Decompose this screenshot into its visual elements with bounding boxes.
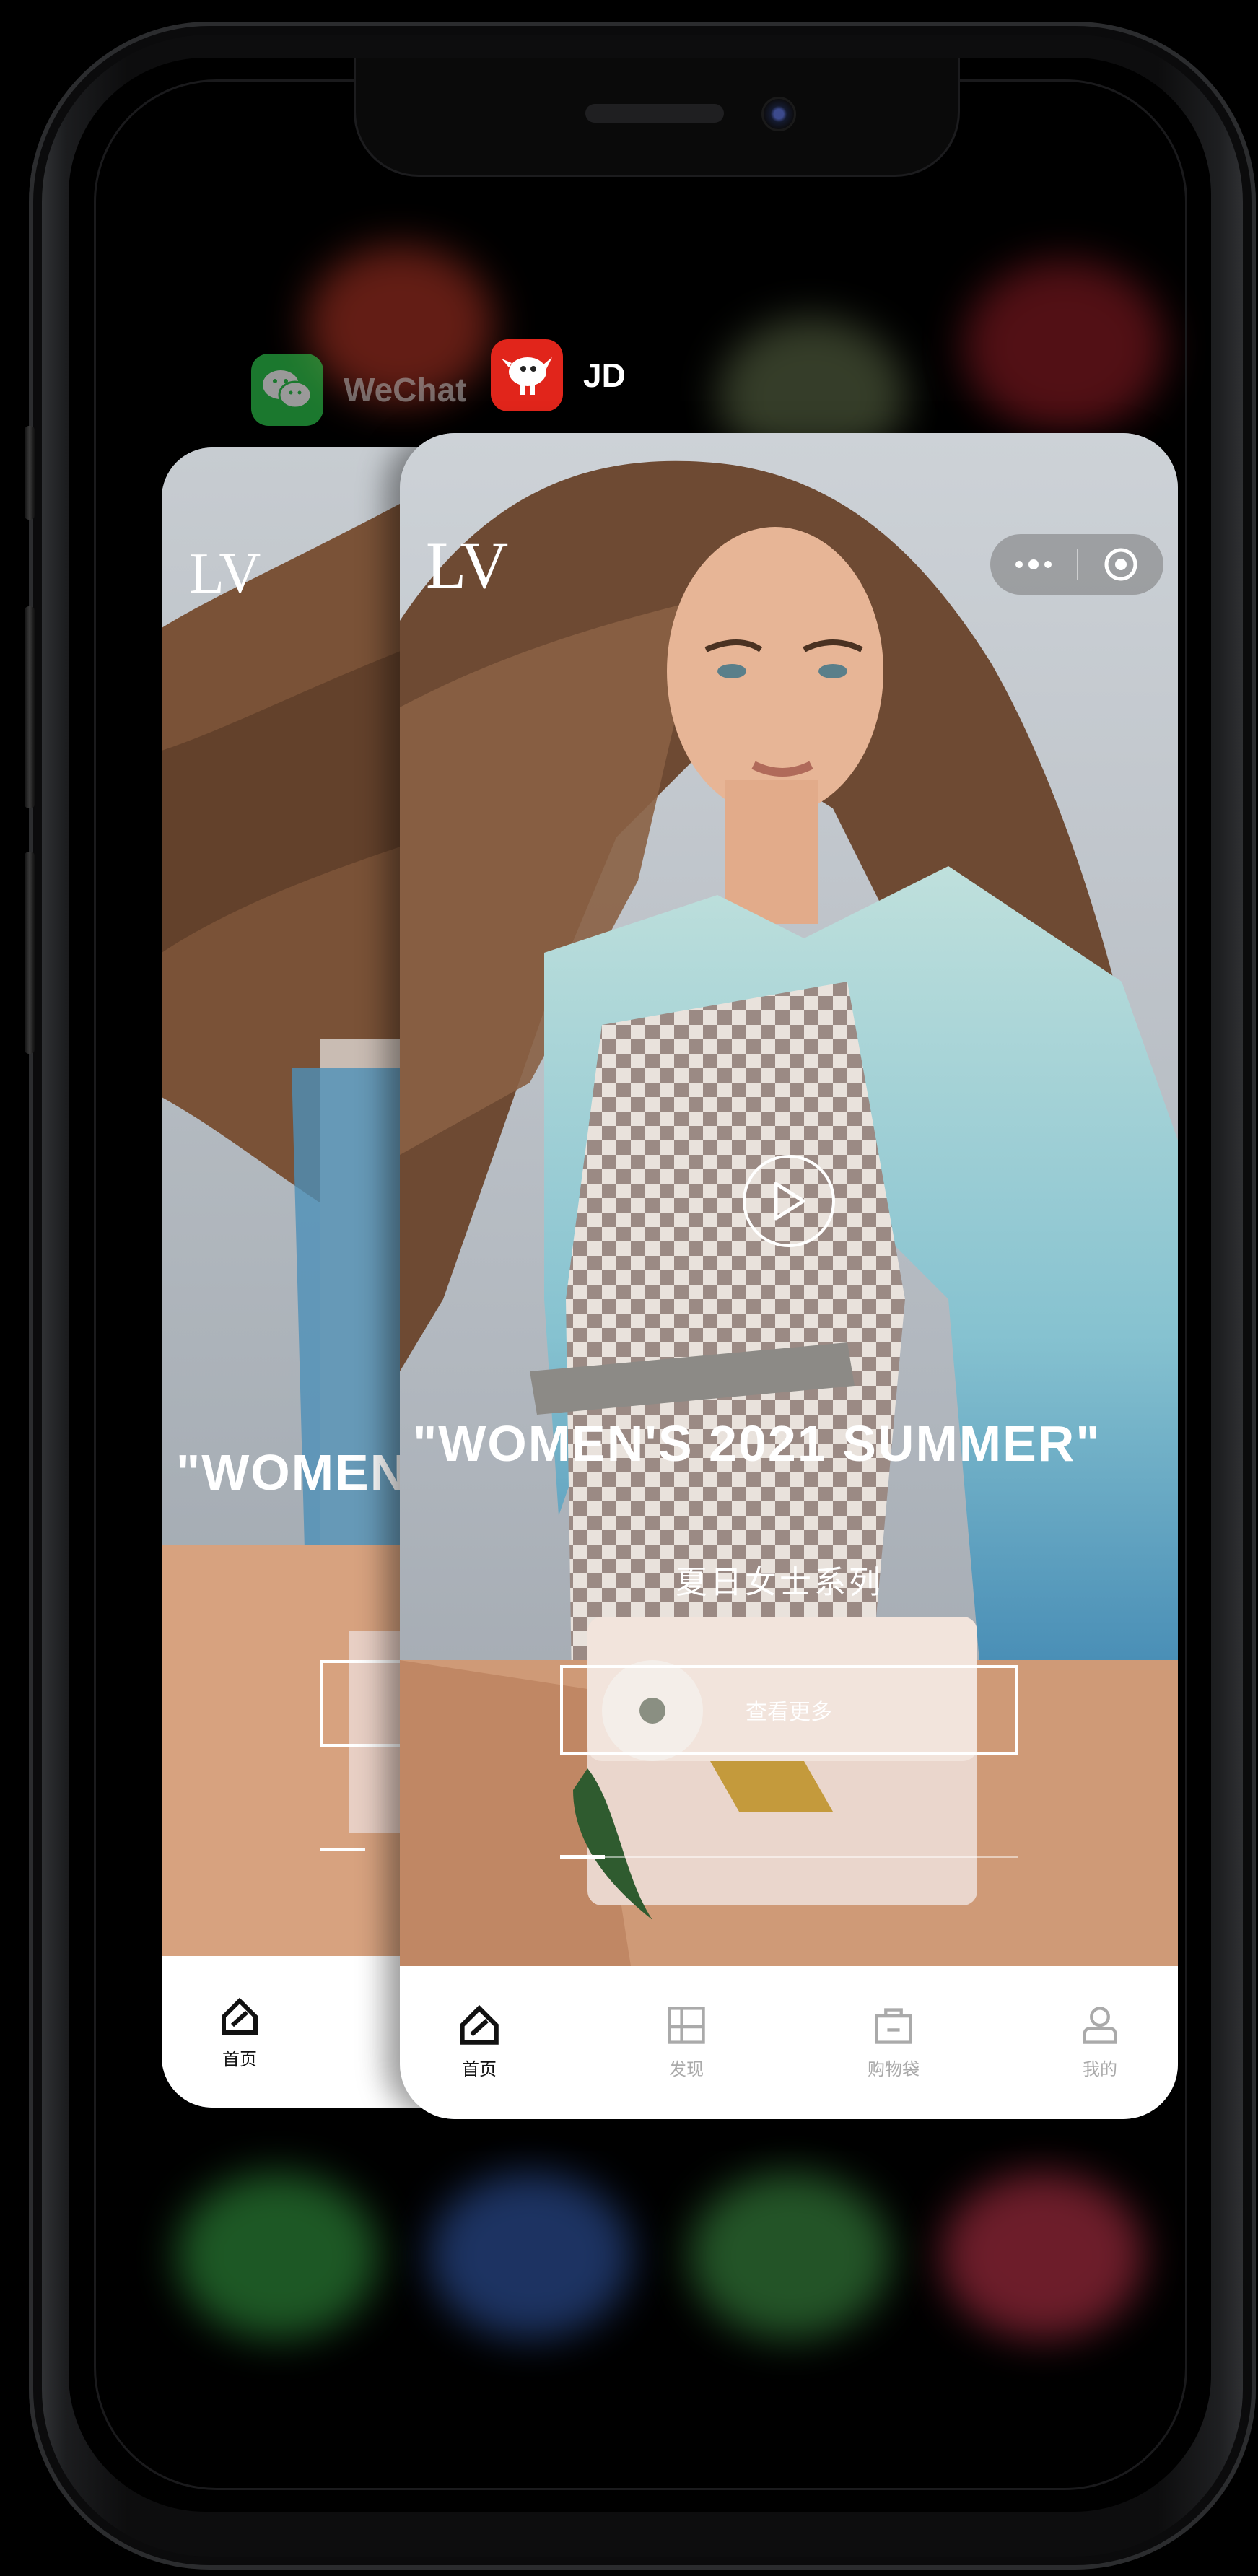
carousel-track [560, 1856, 1018, 1858]
tab-shopping-bag[interactable]: 购物袋 [850, 2004, 937, 2080]
app-label-jd[interactable]: JD [491, 339, 626, 411]
shopping-bag-icon [875, 2008, 912, 2044]
view-more-button[interactable]: 查看更多 [560, 1665, 1018, 1755]
hero-title-partial: "WOMEN [176, 1444, 409, 1501]
volume-up-button [25, 606, 35, 808]
tab-label-home: 首页 [462, 2060, 497, 2079]
app-name-wechat: WeChat [344, 371, 467, 409]
front-camera [761, 97, 796, 131]
tab-discover[interactable]: 发现 [643, 2004, 730, 2080]
app-card-jd[interactable]: LV "WOMEN'S 2021 SUMMER" 夏日女士系列 查看更多 首页 … [400, 433, 1178, 2119]
carousel-indicator [560, 1855, 605, 1859]
tab-me[interactable]: 我的 [1057, 2004, 1143, 2080]
discover-grid-icon [668, 2007, 705, 2044]
notch [354, 58, 960, 177]
lv-logo: LV [426, 528, 509, 602]
tab-label-discover: 发现 [669, 2060, 704, 2079]
play-video-button[interactable] [743, 1155, 835, 1247]
hero-title: "WOMEN'S 2021 SUMMER" [413, 1415, 1101, 1472]
close-miniprogram-button[interactable] [1078, 534, 1163, 595]
tab-home[interactable]: 首页 [196, 1996, 283, 2070]
tab-label-shopping-bag: 购物袋 [868, 2060, 920, 2079]
lv-logo: LV [189, 542, 261, 606]
more-dots-icon [1015, 559, 1052, 569]
home-icon [222, 1997, 258, 2035]
tab-home[interactable]: 首页 [436, 2004, 523, 2080]
home-icon [460, 2004, 499, 2045]
app-label-wechat[interactable]: WeChat [251, 354, 466, 426]
play-icon [774, 1182, 805, 1221]
silent-switch [25, 426, 35, 520]
hero-subtitle: 夏日女士系列 [676, 1565, 883, 1600]
volume-down-button [25, 852, 35, 1054]
user-icon [1083, 2007, 1117, 2044]
earpiece-speaker [585, 104, 724, 123]
target-close-icon [1104, 548, 1137, 581]
tab-bar: 首页 发现 购物袋 我的 [400, 1966, 1178, 2119]
carousel-indicator [320, 1848, 365, 1851]
wechat-icon [251, 354, 323, 426]
jd-mascot-icon [491, 339, 563, 411]
app-name-jd: JD [583, 357, 626, 394]
tab-label-home: 首页 [222, 2050, 257, 2069]
tab-label-me: 我的 [1083, 2060, 1117, 2079]
view-more-label: 查看更多 [746, 1700, 832, 1724]
miniprogram-capsule [990, 534, 1163, 595]
more-menu-button[interactable] [990, 534, 1077, 595]
